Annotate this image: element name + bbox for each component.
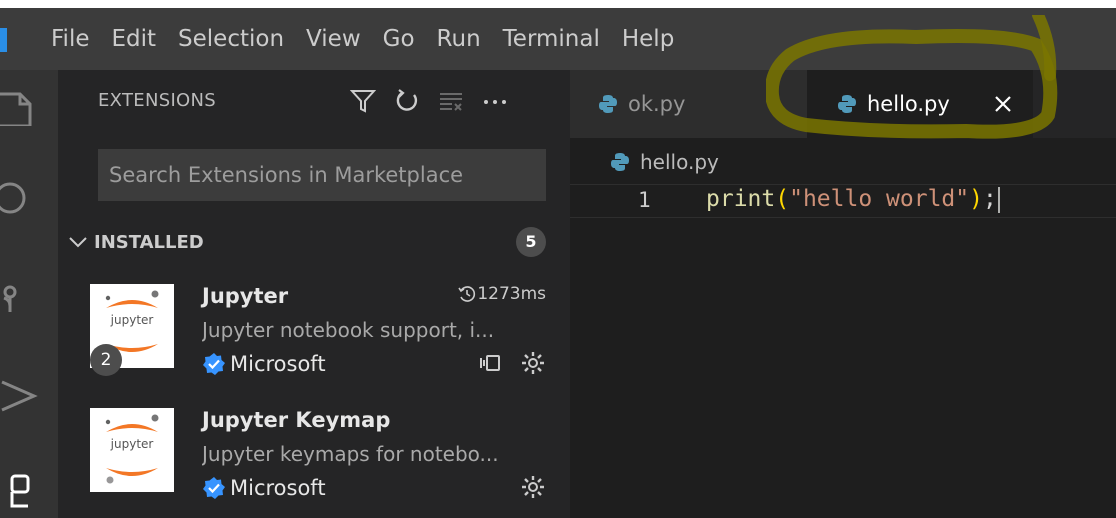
menu-selection[interactable]: Selection — [167, 8, 295, 70]
menu-view[interactable]: View — [295, 8, 372, 70]
menu-edit[interactable]: Edit — [101, 8, 168, 70]
installed-label: INSTALLED — [94, 231, 204, 253]
menu-help[interactable]: Help — [611, 8, 685, 70]
search-icon[interactable] — [0, 176, 40, 216]
activation-time: 1273ms — [457, 284, 546, 304]
python-file-icon — [598, 94, 618, 114]
menu-run[interactable]: Run — [426, 8, 492, 70]
token-string: "hello world" — [789, 186, 970, 212]
extension-badge: 2 — [90, 344, 122, 376]
breadcrumb[interactable]: hello.py — [610, 150, 719, 174]
publisher-name: Microsoft — [230, 352, 326, 376]
extensions-icon[interactable] — [0, 470, 40, 510]
vscode-window: File Edit Selection View Go Run Terminal… — [0, 0, 1116, 518]
sync-ignored-icon[interactable] — [478, 351, 502, 375]
filter-icon[interactable] — [350, 88, 376, 114]
chevron-down-icon — [69, 237, 87, 248]
search-placeholder: Search Extensions in Marketplace — [109, 163, 464, 187]
menu-file[interactable]: File — [40, 8, 101, 70]
extension-name: Jupyter Keymap — [202, 408, 391, 432]
extension-item-jupyter[interactable]: jupyter 2 Jupyter 1273ms Jupyter noteboo… — [90, 284, 546, 394]
installed-section-header[interactable]: INSTALLED 5 — [66, 227, 546, 257]
code-text[interactable]: print("hello world"); — [706, 186, 1000, 213]
close-icon[interactable] — [988, 89, 1018, 119]
extension-description: Jupyter notebook support, i... — [202, 318, 495, 342]
verified-publisher-icon — [203, 353, 225, 375]
installed-count-badge: 5 — [516, 227, 546, 257]
jupyter-logo-icon: jupyter — [90, 408, 174, 492]
extension-item-jupyter-keymap[interactable]: jupyter Jupyter Keymap Jupyter keymaps f… — [90, 408, 546, 518]
activity-bar — [0, 70, 58, 518]
python-file-icon — [610, 152, 630, 172]
code-line[interactable]: 1 print("hello world"); — [570, 184, 1116, 218]
extensions-sidebar: EXTENSIONS Search Extensions in Marketpl… — [58, 70, 570, 518]
manage-gear-icon[interactable] — [520, 350, 546, 376]
breadcrumb-file: hello.py — [640, 150, 719, 174]
clear-icon[interactable] — [438, 88, 464, 114]
logo-text: jupyter — [110, 437, 154, 451]
source-control-icon[interactable] — [0, 278, 40, 318]
extension-actions — [460, 350, 546, 376]
extensions-search-input[interactable]: Search Extensions in Marketplace — [98, 149, 546, 201]
menu-go[interactable]: Go — [372, 8, 426, 70]
python-file-icon — [837, 94, 857, 114]
manage-gear-icon[interactable] — [520, 474, 546, 500]
publisher-name: Microsoft — [230, 476, 326, 500]
verified-publisher-icon — [203, 477, 225, 499]
run-debug-icon[interactable] — [0, 376, 40, 416]
token-semicolon: ; — [982, 186, 997, 212]
sidebar-toolbar — [350, 84, 526, 118]
publisher-row: Microsoft — [202, 476, 326, 500]
text-cursor — [997, 186, 1000, 213]
token-close-paren: ) — [969, 186, 983, 212]
vscode-logo-icon[interactable] — [0, 28, 7, 52]
extension-description: Jupyter keymaps for notebo... — [202, 442, 499, 466]
sidebar-title: EXTENSIONS — [98, 90, 217, 111]
tab-label: hello.py — [867, 92, 950, 116]
logo-text: jupyter — [110, 313, 154, 327]
tab-hello-py[interactable]: hello.py — [807, 70, 1033, 138]
publisher-row: Microsoft — [202, 352, 326, 376]
token-open-paren: ( — [775, 186, 790, 212]
line-number: 1 — [638, 188, 651, 212]
token-function: print — [706, 186, 776, 212]
editor-area: ok.py hello.py hello.py 1 print("hello w… — [570, 70, 1116, 518]
editor-tab-bar: ok.py hello.py — [570, 70, 1116, 138]
tab-ok-py[interactable]: ok.py — [570, 70, 807, 138]
activation-time-text: 1273ms — [477, 284, 546, 304]
extension-name: Jupyter — [202, 284, 289, 308]
menu-terminal[interactable]: Terminal — [492, 8, 611, 70]
menu-bar: File Edit Selection View Go Run Terminal… — [0, 8, 1116, 70]
tab-label: ok.py — [628, 92, 686, 116]
refresh-icon[interactable] — [394, 88, 420, 114]
extension-actions — [502, 474, 546, 500]
files-icon[interactable] — [0, 86, 40, 126]
more-icon[interactable] — [482, 88, 508, 114]
history-icon — [458, 286, 476, 302]
